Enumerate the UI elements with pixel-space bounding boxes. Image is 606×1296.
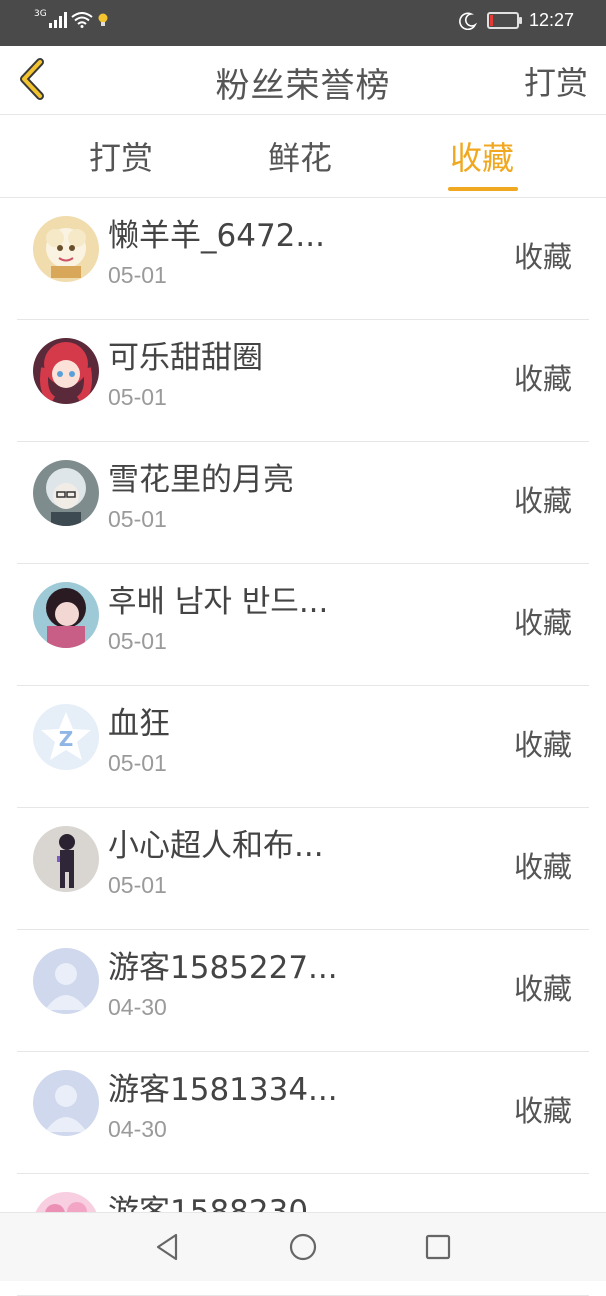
item-date: 04-30 [108,1116,167,1142]
item-date: 04-30 [108,994,167,1020]
tab-favorites[interactable]: 收藏 [450,133,514,179]
tab-flowers[interactable]: 鲜花 [268,133,332,179]
item-date: 05-01 [108,506,167,532]
signal-icon [48,12,67,28]
item-action: 收藏 [513,362,572,396]
battery-level [489,15,493,26]
item-date: 05-01 [108,384,167,410]
dark-figure-avatar [33,826,99,892]
user-name: 雪花里的月亮 [108,462,294,498]
user-name: 懒羊羊_6472... [108,218,325,254]
list-item[interactable]: 小心超人和布... 05-01 收藏 [17,808,589,930]
item-action: 收藏 [513,240,572,274]
system-nav-bar [0,1212,606,1281]
item-date: 05-01 [108,262,167,288]
list-item[interactable]: 懒羊羊_6472... 05-01 收藏 [17,198,589,320]
svg-text:Z: Z [59,727,74,751]
item-action: 收藏 [513,972,572,1006]
item-action: 收藏 [513,850,572,884]
user-name: 游客1581334... [108,1072,338,1108]
item-date: 05-01 [108,750,167,776]
sheep-avatar [33,216,99,282]
status-left-icons: 3G [34,9,109,28]
app-header: 粉丝荣誉榜 打赏 [0,46,606,115]
active-tab-indicator [448,187,518,191]
fan-list: 懒羊羊_6472... 05-01 收藏 可乐甜甜圈 05-01 收藏 雪花里的… [0,198,606,1296]
notification-icon [98,13,108,26]
user-name: 小心超人和布... [108,828,324,864]
user-name: 후배 남자 반드... [108,584,329,620]
default-user-avatar [33,948,99,1014]
page-title: 粉丝荣誉榜 [215,66,391,106]
tab-reward[interactable]: 打赏 [89,133,153,179]
list-item[interactable]: Z 血狂 05-01 收藏 [17,686,589,808]
list-item[interactable]: 游客1585227... 04-30 收藏 [17,930,589,1052]
item-action: 收藏 [513,606,572,640]
recents-square-icon[interactable] [422,1231,454,1263]
clock: 12:27 [528,10,574,30]
user-name: 可乐甜甜圈 [108,340,263,376]
list-item[interactable]: 可乐甜甜圈 05-01 收藏 [17,320,589,442]
battery-icon [486,12,522,29]
default-user-avatar [33,1070,99,1136]
redhair-girl-avatar [33,338,99,404]
tab-bar: 打赏 鲜花 收藏 [0,115,606,198]
girl-photo-avatar [33,582,99,648]
user-name: 游客1585227... [108,950,338,986]
list-item[interactable]: 雪花里的月亮 05-01 收藏 [17,442,589,564]
user-name: 血狂 [108,706,170,742]
back-triangle-icon[interactable] [152,1231,184,1263]
wifi-icon [71,12,93,28]
home-circle-icon[interactable] [287,1231,319,1263]
item-action: 收藏 [513,484,572,518]
item-action: 收藏 [513,1094,572,1128]
network-type: 3G [34,9,47,19]
qq-default-avatar: Z [33,704,99,770]
reward-button[interactable]: 打赏 [524,58,588,104]
item-action: 收藏 [513,728,572,762]
silverhair-avatar [33,460,99,526]
item-date: 05-01 [108,872,167,898]
status-bar: 3G 12:27 [0,0,606,46]
list-item[interactable]: 游客1581334... 04-30 收藏 [17,1052,589,1174]
moon-icon [459,12,477,30]
list-item[interactable]: 후배 남자 반드... 05-01 收藏 [17,564,589,686]
status-right-icons: 12:27 [459,10,574,31]
item-date: 05-01 [108,628,167,654]
